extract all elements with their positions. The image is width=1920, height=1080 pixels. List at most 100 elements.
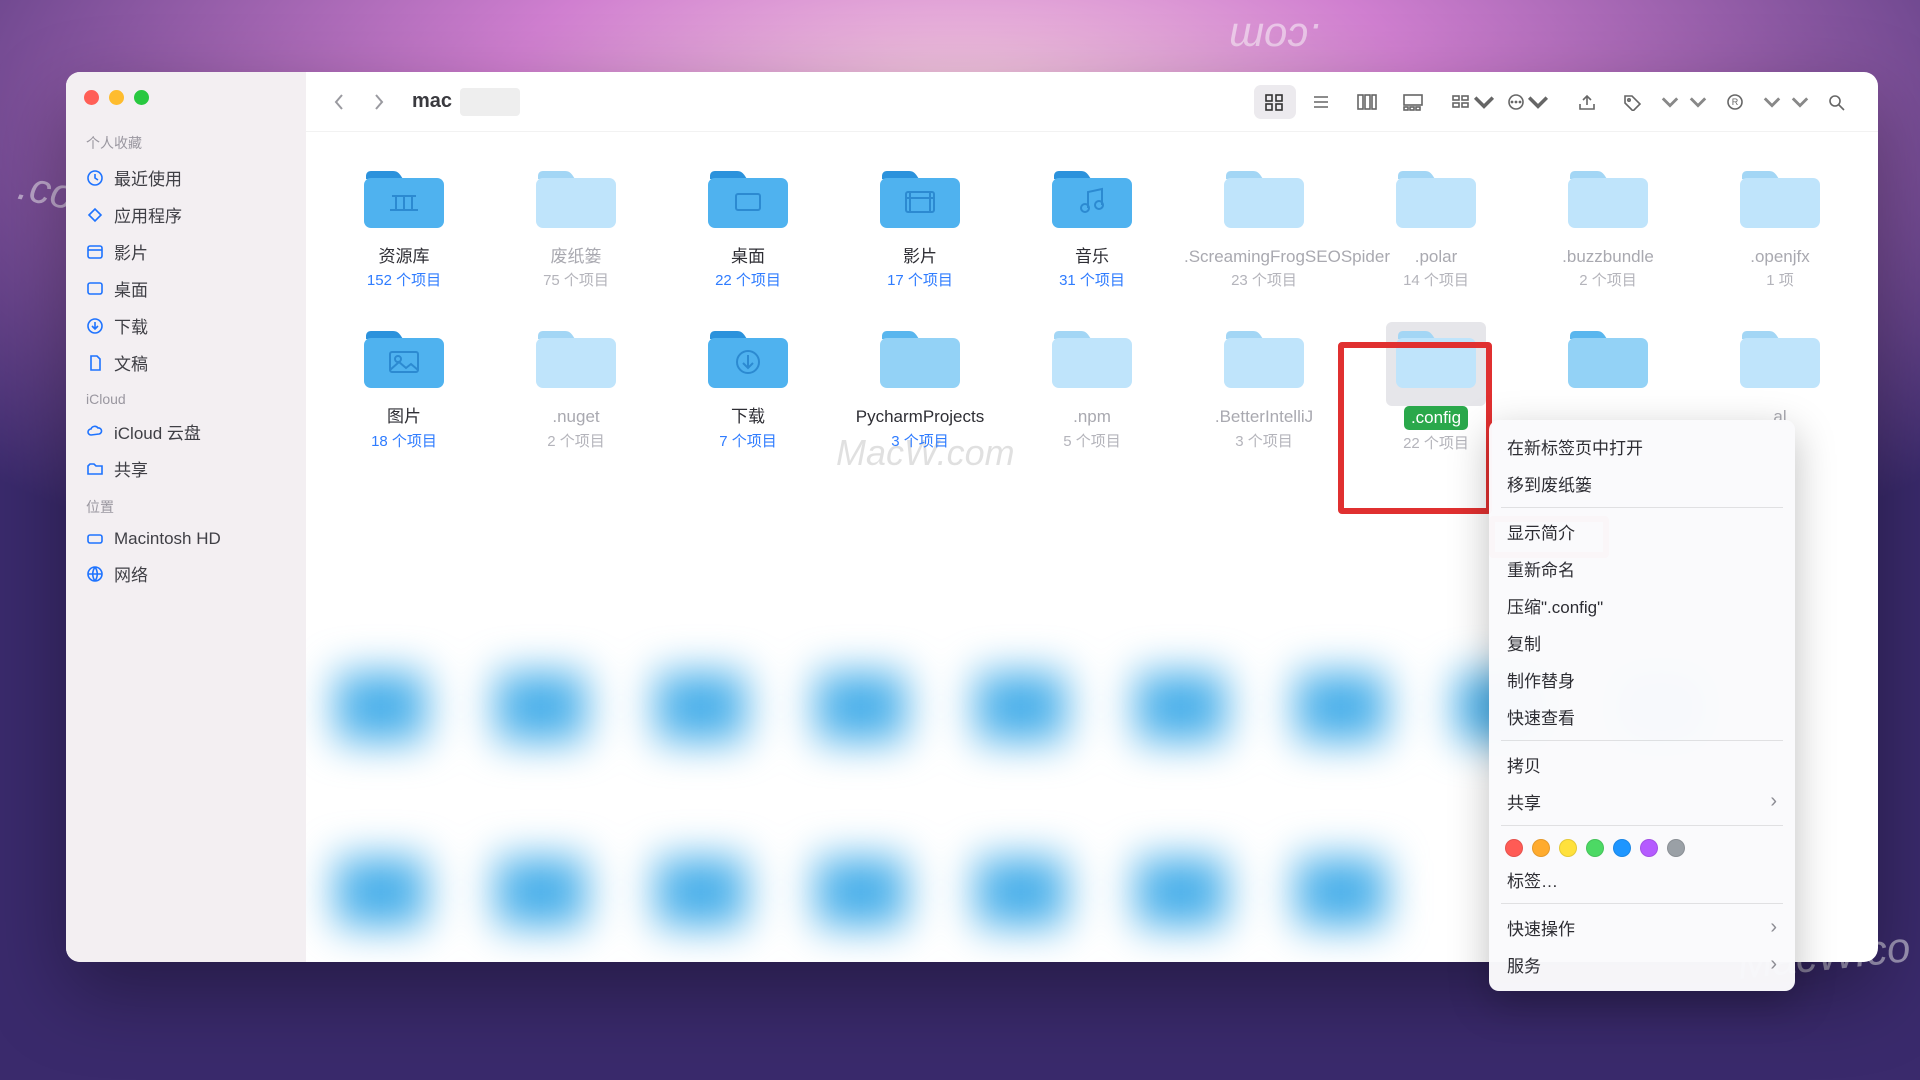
ctx-item-label: 拷贝 xyxy=(1507,752,1541,777)
sidebar-item-label: 应用程序 xyxy=(114,202,182,227)
ctx-item-label: 压缩".config" xyxy=(1507,593,1603,618)
folder-icon xyxy=(1564,166,1652,232)
tag-color[interactable] xyxy=(1532,839,1550,857)
sidebar-item-recents[interactable]: 最近使用 xyxy=(78,159,294,196)
folder-item[interactable]: .openjfx 1 项 xyxy=(1696,162,1864,290)
ctx-item-label: 共享 xyxy=(1507,789,1541,814)
folder-icon xyxy=(1392,326,1480,392)
tag-color[interactable] xyxy=(1505,839,1523,857)
watermark: .com xyxy=(1229,14,1320,62)
sidebar-item-macintosh-hd[interactable]: Macintosh HD xyxy=(78,523,294,555)
ctx-services[interactable]: 服务 xyxy=(1489,946,1795,983)
folder-name: .openjfx xyxy=(1750,246,1810,267)
group-by-button[interactable] xyxy=(1448,85,1498,119)
ctx-duplicate[interactable]: 复制 xyxy=(1489,624,1795,661)
list-view-button[interactable] xyxy=(1300,85,1342,119)
folder-item[interactable]: 资源库 152 个项目 xyxy=(320,162,488,290)
folder-name: .nuget xyxy=(552,406,599,427)
forward-button[interactable] xyxy=(364,87,394,117)
tag-color[interactable] xyxy=(1586,839,1604,857)
tag-color[interactable] xyxy=(1640,839,1658,857)
folder-name: 图片 xyxy=(387,406,421,427)
ctx-item-label: 移到废纸篓 xyxy=(1507,471,1592,496)
folder-meta: 152 个项目 xyxy=(367,269,441,290)
sidebar-item-documents[interactable]: 文稿 xyxy=(78,344,294,381)
folder-item[interactable]: .BetterIntelliJ 3 个项目 xyxy=(1180,322,1348,452)
folder-icon xyxy=(532,166,620,232)
dropdown-button[interactable] xyxy=(1760,85,1784,119)
search-icon xyxy=(1826,93,1848,111)
trademark-button[interactable]: R xyxy=(1714,85,1756,119)
view-switcher xyxy=(1252,83,1436,121)
tag-color[interactable] xyxy=(1559,839,1577,857)
ctx-get-info[interactable]: 显示简介 xyxy=(1489,513,1795,550)
folder-item[interactable]: .buzzbundle 2 个项目 xyxy=(1524,162,1692,290)
tags-button[interactable] xyxy=(1612,85,1654,119)
sidebar-item-downloads[interactable]: 下载 xyxy=(78,307,294,344)
folder-meta: 17 个项目 xyxy=(887,269,953,290)
dropdown-button[interactable] xyxy=(1788,85,1812,119)
network-icon xyxy=(86,565,104,583)
folder-meta: 31 个项目 xyxy=(1059,269,1125,290)
sidebar-item-movies[interactable]: 影片 xyxy=(78,233,294,270)
dropdown-button[interactable] xyxy=(1686,85,1710,119)
ctx-open-new-tab[interactable]: 在新标签页中打开 xyxy=(1489,428,1795,465)
folder-meta: 75 个项目 xyxy=(543,269,609,290)
folder-item[interactable]: .nuget 2 个项目 xyxy=(492,322,660,452)
tag-color[interactable] xyxy=(1613,839,1631,857)
folder-item[interactable]: 影片 17 个项目 xyxy=(836,162,1004,290)
folder-name: .BetterIntelliJ xyxy=(1215,406,1313,427)
tag-color[interactable] xyxy=(1667,839,1685,857)
ctx-move-to-trash[interactable]: 移到废纸篓 xyxy=(1489,465,1795,502)
sidebar-item-applications[interactable]: 应用程序 xyxy=(78,196,294,233)
folder-meta: 18 个项目 xyxy=(371,430,437,451)
back-button[interactable] xyxy=(324,87,354,117)
apps-icon xyxy=(86,206,104,224)
folder-item[interactable]: 下载 7 个项目 xyxy=(664,322,832,452)
toolbar: mac R xyxy=(306,72,1878,132)
folder-item[interactable]: 图片 18 个项目 xyxy=(320,322,488,452)
folder-meta: 22 个项目 xyxy=(715,269,781,290)
ctx-tags[interactable]: 标签… xyxy=(1489,861,1795,898)
folder-item[interactable]: .ScreamingFrogSEOSpider 23 个项目 xyxy=(1180,162,1348,290)
folder-item[interactable]: PycharmProjects 3 个项目 xyxy=(836,322,1004,452)
folder-meta: 22 个项目 xyxy=(1403,432,1469,453)
ctx-quick-actions[interactable]: 快速操作 xyxy=(1489,909,1795,946)
action-menu-button[interactable] xyxy=(1502,85,1552,119)
sidebar-item-shared[interactable]: 共享 xyxy=(78,450,294,487)
column-view-button[interactable] xyxy=(1346,85,1388,119)
folder-item[interactable]: 桌面 22 个项目 xyxy=(664,162,832,290)
sidebar-item-icloud-drive[interactable]: iCloud 云盘 xyxy=(78,413,294,450)
sidebar-item-network[interactable]: 网络 xyxy=(78,555,294,592)
folder-item[interactable]: 废纸篓 75 个项目 xyxy=(492,162,660,290)
ctx-rename[interactable]: 重新命名 xyxy=(1489,550,1795,587)
sidebar-section-title: iCloud xyxy=(78,381,294,413)
ctx-quick-look[interactable]: 快速查看 xyxy=(1489,698,1795,735)
search-button[interactable] xyxy=(1816,85,1858,119)
close-button[interactable] xyxy=(84,90,99,105)
minimize-button[interactable] xyxy=(109,90,124,105)
share-button[interactable] xyxy=(1566,85,1608,119)
folder-icon xyxy=(1392,166,1480,232)
folder-icon xyxy=(1736,166,1824,232)
ctx-copy[interactable]: 拷贝 xyxy=(1489,746,1795,783)
ctx-share[interactable]: 共享 xyxy=(1489,783,1795,820)
folder-item[interactable]: 音乐 31 个项目 xyxy=(1008,162,1176,290)
folder-item[interactable]: .polar 14 个项目 xyxy=(1352,162,1520,290)
folder-meta: 2 个项目 xyxy=(1579,269,1637,290)
folder-item[interactable]: .npm 5 个项目 xyxy=(1008,322,1176,452)
folder-name: 音乐 xyxy=(1075,246,1109,267)
folder-icon xyxy=(1220,166,1308,232)
folder-icon xyxy=(1048,166,1136,232)
folder-name: 资源库 xyxy=(379,246,430,267)
sidebar-item-desktop[interactable]: 桌面 xyxy=(78,270,294,307)
gallery-view-button[interactable] xyxy=(1392,85,1434,119)
maximize-button[interactable] xyxy=(134,90,149,105)
chevron-down-icon xyxy=(1473,93,1495,111)
dropdown-button[interactable] xyxy=(1658,85,1682,119)
folder-icon xyxy=(1564,326,1652,392)
icon-view-button[interactable] xyxy=(1254,85,1296,119)
ctx-make-alias[interactable]: 制作替身 xyxy=(1489,661,1795,698)
ctx-item-label: 服务 xyxy=(1507,952,1541,977)
ctx-compress[interactable]: 压缩".config" xyxy=(1489,587,1795,624)
